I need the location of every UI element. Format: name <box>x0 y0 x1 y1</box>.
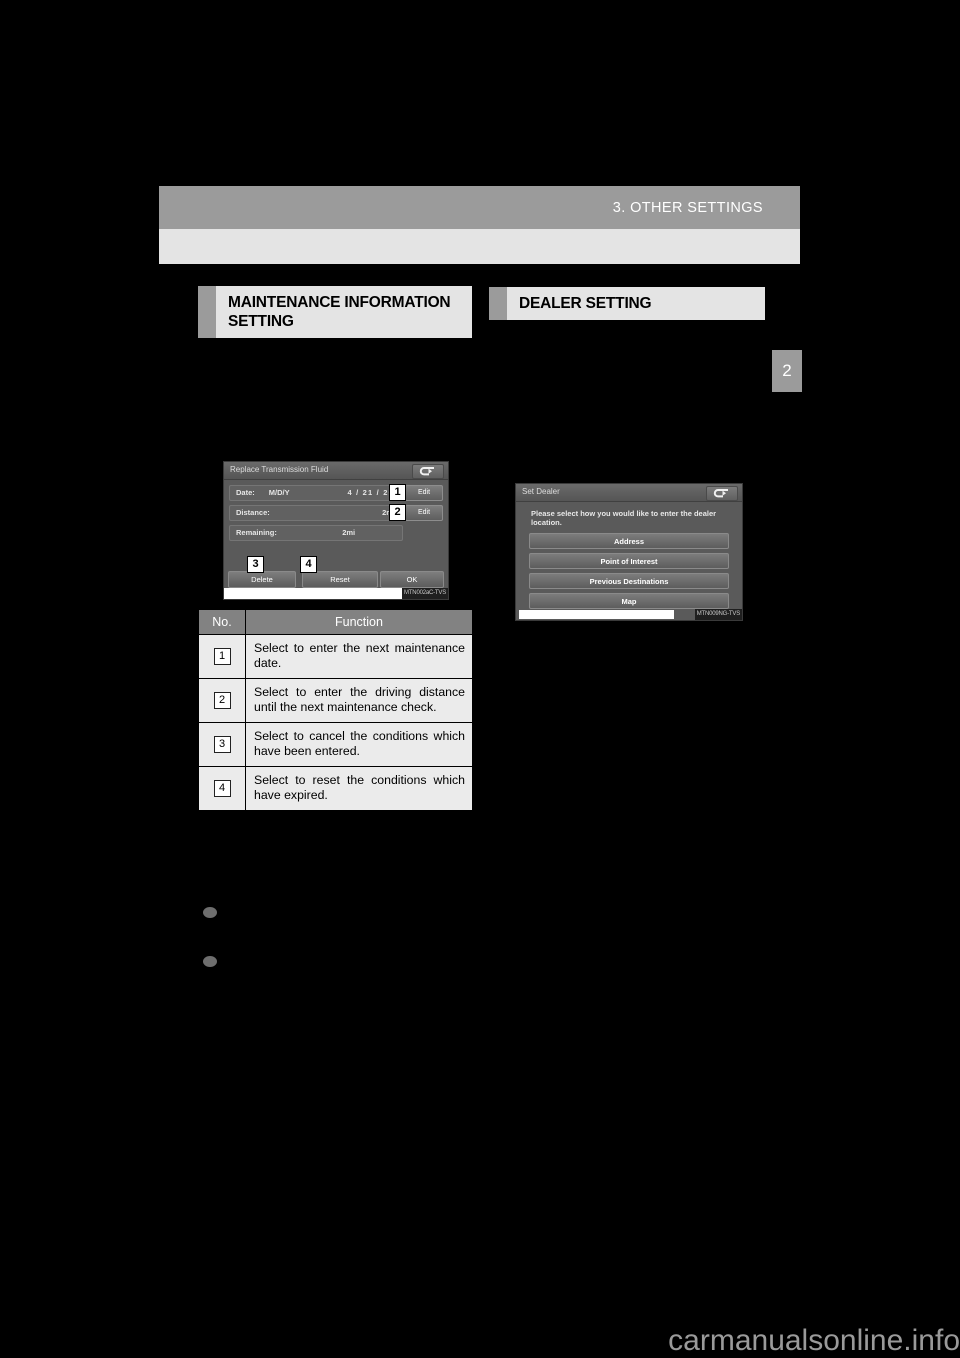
section-marker-icon <box>198 286 216 338</box>
ok-button[interactable]: OK <box>380 570 444 588</box>
dealer-screen-figure: Set Dealer Please select how you would l… <box>515 483 743 621</box>
callout-2: 2 <box>389 504 406 521</box>
table-row: 1 Select to enter the next maintenance d… <box>198 634 473 679</box>
maintenance-screen-figure: Replace Transmission Fluid Date: M/D/Y 4… <box>223 461 449 600</box>
section-marker-icon <box>489 287 507 320</box>
table-row: 3 Select to cancel the conditions which … <box>198 722 473 767</box>
remaining-field: Remaining: 2mi <box>229 524 403 541</box>
bullet-marker-icon <box>203 907 217 918</box>
section-heading-maintenance-label: MAINTENANCE INFORMATION SETTING <box>216 286 472 338</box>
dealer-option-map[interactable]: Map <box>529 593 729 609</box>
number-badge-4: 4 <box>213 780 231 797</box>
bullet-marker-icon <box>203 956 217 967</box>
table-header-function: Function <box>245 609 473 635</box>
screen-titlebar: Replace Transmission Fluid <box>224 462 448 480</box>
dealer-prompt: Please select how you would like to ente… <box>531 509 717 527</box>
figure-code-dealer: MTN009NG-TVS <box>694 609 742 620</box>
table-cell-no: 2 <box>198 678 246 723</box>
dealer-option-point-of-interest[interactable]: Point of Interest <box>529 553 729 569</box>
distance-field: Distance: 2mi <box>229 504 401 521</box>
page-header-subbar <box>159 229 800 264</box>
table-cell-function: Select to cancel the conditions which ha… <box>245 722 473 767</box>
table-header-no: No. <box>198 609 246 635</box>
callout-3: 3 <box>247 556 264 573</box>
distance-edit-button[interactable]: Edit <box>405 504 443 521</box>
date-label: Date: <box>236 488 255 497</box>
figure-code-maintenance: MTN002aC-TVS <box>402 588 448 599</box>
remaining-value: 2mi <box>342 528 356 537</box>
remaining-label: Remaining: <box>236 528 277 537</box>
maintenance-button-bar: Delete Reset OK <box>224 570 448 588</box>
screen-title: Set Dealer <box>522 487 560 496</box>
maintenance-row-date: Date: M/D/Y 4 / 21 / 20 Edit <box>229 484 443 501</box>
table-cell-no: 1 <box>198 634 246 679</box>
table-row: 4 Select to reset the conditions which h… <box>198 766 473 811</box>
back-arrow-icon[interactable] <box>706 486 738 501</box>
delete-button[interactable]: Delete <box>228 570 296 588</box>
date-edit-button[interactable]: Edit <box>405 484 443 501</box>
site-watermark: carmanualsonline.info <box>668 1324 960 1357</box>
function-table: No. Function 1 Select to enter the next … <box>198 609 473 811</box>
screen-titlebar: Set Dealer <box>516 484 742 502</box>
dealer-option-address[interactable]: Address <box>529 533 729 549</box>
page-header-bar: 3. OTHER SETTINGS <box>159 186 800 229</box>
table-cell-no: 4 <box>198 766 246 811</box>
screen-title: Replace Transmission Fluid <box>230 465 329 474</box>
maintenance-fields: Date: M/D/Y 4 / 21 / 20 Edit Distance: 2… <box>224 480 448 541</box>
table-cell-function: Select to reset the conditions which hav… <box>245 766 473 811</box>
table-header-row: No. Function <box>198 609 473 635</box>
table-row: 2 Select to enter the driving distance u… <box>198 678 473 723</box>
reset-button[interactable]: Reset <box>302 570 378 588</box>
section-heading-dealer: DEALER SETTING <box>489 287 765 320</box>
figure-footer-strip <box>519 610 674 619</box>
date-format-label: M/D/Y <box>268 488 290 497</box>
table-cell-function: Select to enter the driving distance unt… <box>245 678 473 723</box>
date-field: Date: M/D/Y 4 / 21 / 20 <box>229 484 401 501</box>
back-arrow-icon[interactable] <box>412 464 444 479</box>
maintenance-row-remaining: Remaining: 2mi <box>229 524 443 541</box>
chapter-tab-2: 2 <box>772 350 802 392</box>
number-badge-1: 1 <box>213 648 231 665</box>
dealer-options-list: Please select how you would like to ente… <box>516 502 742 609</box>
number-badge-2: 2 <box>213 692 231 709</box>
page-title: 3. OTHER SETTINGS <box>612 199 763 216</box>
distance-label: Distance: <box>236 508 270 517</box>
table-cell-function: Select to enter the next maintenance dat… <box>245 634 473 679</box>
section-heading-dealer-label: DEALER SETTING <box>507 287 765 320</box>
number-badge-3: 3 <box>213 736 231 753</box>
section-heading-maintenance: MAINTENANCE INFORMATION SETTING <box>198 286 472 338</box>
callout-4: 4 <box>300 556 317 573</box>
callout-1: 1 <box>389 484 406 501</box>
dealer-option-previous-destinations[interactable]: Previous Destinations <box>529 573 729 589</box>
table-cell-no: 3 <box>198 722 246 767</box>
maintenance-row-distance: Distance: 2mi Edit <box>229 504 443 521</box>
